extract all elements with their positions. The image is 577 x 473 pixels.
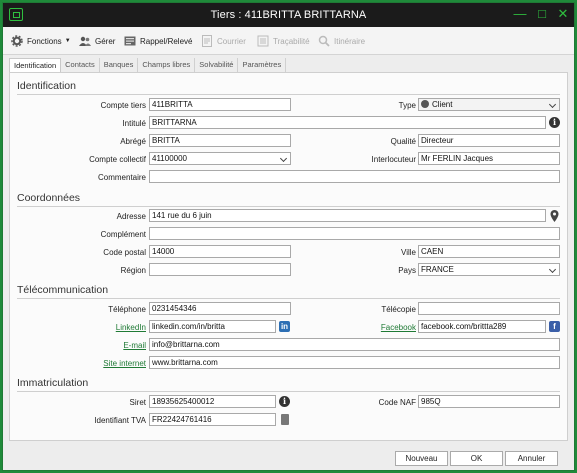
facebook-icon[interactable]: f xyxy=(549,321,560,332)
identification-section-title: Identification xyxy=(17,80,76,92)
close-button[interactable]: ✕ xyxy=(556,7,570,21)
tiers-window: Tiers : 411BRITTA BRITTARNA — □ ✕ Foncti… xyxy=(2,2,575,471)
title-bar: Tiers : 411BRITTA BRITTARNA — □ ✕ xyxy=(3,3,574,27)
courrier-button[interactable]: Courrier xyxy=(201,34,246,48)
telephone-label: Téléphone xyxy=(108,305,146,314)
itineraire-label: Itinéraire xyxy=(334,36,366,46)
fonctions-menu-button[interactable]: Fonctions ▼ xyxy=(11,34,71,48)
adresse-field[interactable]: 141 rue du 6 juin xyxy=(149,209,546,222)
compte-tiers-field[interactable]: 411BRITTA xyxy=(149,98,291,111)
gear-icon xyxy=(11,35,23,47)
intitule-field[interactable]: BRITTARNA xyxy=(149,116,546,129)
qualite-label: Qualité xyxy=(390,137,416,146)
gerer-button[interactable]: Gérer xyxy=(79,34,115,48)
adresse-label: Adresse xyxy=(116,212,146,221)
pays-label: Pays xyxy=(398,266,416,275)
type-select[interactable]: Client xyxy=(418,98,560,111)
interlocuteur-field[interactable]: Mr FERLIN Jacques xyxy=(418,152,560,165)
compte-collectif-select[interactable]: 41100000 xyxy=(149,152,291,165)
search-icon xyxy=(318,35,330,47)
tracabilite-button[interactable]: Traçabilité xyxy=(257,34,310,48)
itineraire-button[interactable]: Itinéraire xyxy=(318,34,365,48)
ok-button[interactable]: OK xyxy=(450,451,503,466)
ville-field[interactable]: CAEN xyxy=(418,245,560,258)
region-label: Région xyxy=(120,266,146,275)
qualite-field[interactable]: Directeur xyxy=(418,134,560,147)
code-naf-label: Code NAF xyxy=(378,398,416,407)
linkedin-icon[interactable]: in xyxy=(279,321,290,332)
courrier-label: Courrier xyxy=(217,36,246,46)
traceability-icon xyxy=(257,35,269,47)
users-icon xyxy=(79,36,91,46)
telephone-field[interactable]: 0231454346 xyxy=(149,302,291,315)
linkedin-link[interactable]: LinkedIn xyxy=(50,323,146,332)
calculator-icon[interactable] xyxy=(281,414,289,425)
letter-icon xyxy=(202,35,212,47)
section-divider xyxy=(17,206,560,207)
ville-label: Ville xyxy=(401,248,416,257)
complement-label: Complément xyxy=(100,230,146,239)
region-field[interactable] xyxy=(149,263,291,276)
abrege-field[interactable]: BRITTA xyxy=(149,134,291,147)
site-internet-field[interactable]: www.brittarna.com xyxy=(149,356,560,369)
identification-panel: Identification Compte tiers 411BRITTA Ty… xyxy=(9,72,568,441)
telecopie-label: Télécopie xyxy=(381,305,416,314)
nouveau-button[interactable]: Nouveau xyxy=(395,451,448,466)
tab-bar: Identification Contacts Banques Champs l… xyxy=(9,58,287,72)
code-postal-field[interactable]: 14000 xyxy=(149,245,291,258)
compte-collectif-label: Compte collectif xyxy=(89,155,146,164)
minimize-button[interactable]: — xyxy=(513,7,527,21)
commentaire-field[interactable] xyxy=(149,170,560,183)
map-pin-icon[interactable] xyxy=(550,210,559,222)
client-icon xyxy=(421,99,429,108)
tab-parametres[interactable]: Paramètres xyxy=(238,58,287,72)
siret-label: Siret xyxy=(129,398,146,407)
maximize-button[interactable]: □ xyxy=(535,7,549,21)
identifiant-tva-label: Identifiant TVA xyxy=(94,416,146,425)
tab-banques[interactable]: Banques xyxy=(100,58,139,72)
section-divider xyxy=(17,94,560,95)
commentaire-label: Commentaire xyxy=(97,173,146,182)
type-label: Type xyxy=(398,101,416,110)
pays-select[interactable]: FRANCE xyxy=(418,263,560,276)
telecopie-field[interactable] xyxy=(418,302,560,315)
compte-tiers-label: Compte tiers xyxy=(100,101,146,110)
interlocuteur-label: Interlocuteur xyxy=(371,155,416,164)
rappel-label: Rappel/Relevé xyxy=(140,36,193,46)
section-divider xyxy=(17,298,560,299)
toolbar: Fonctions ▼ Gérer Rappel/Relevé Courrier… xyxy=(3,27,574,55)
tab-solvabilite[interactable]: Solvabilité xyxy=(195,58,239,72)
site-internet-link[interactable]: Site internet xyxy=(50,359,146,368)
linkedin-field[interactable]: linkedin.com/in/britta xyxy=(149,320,276,333)
coordonnees-section-title: Coordonnées xyxy=(17,192,81,204)
siret-field[interactable]: 18935625400012 xyxy=(149,395,276,408)
siret-info-icon[interactable]: i xyxy=(279,396,290,407)
complement-field[interactable] xyxy=(149,227,560,240)
section-divider xyxy=(17,391,560,392)
statement-icon xyxy=(124,36,136,46)
tracabilite-label: Traçabilité xyxy=(273,36,310,46)
tab-contacts[interactable]: Contacts xyxy=(61,58,100,72)
type-value: Client xyxy=(432,100,453,109)
tab-champs-libres[interactable]: Champs libres xyxy=(138,58,196,72)
telecom-section-title: Télécommunication xyxy=(17,284,109,296)
abrege-label: Abrégé xyxy=(120,137,146,146)
fonctions-label: Fonctions xyxy=(27,36,62,46)
intitule-label: Intitulé xyxy=(122,119,146,128)
facebook-field[interactable]: facebook.com/brittta289 xyxy=(418,320,546,333)
chevron-down-icon: ▼ xyxy=(64,38,71,44)
code-postal-label: Code postal xyxy=(103,248,146,257)
window-title: Tiers : 411BRITTA BRITTARNA xyxy=(210,9,367,21)
annuler-button[interactable]: Annuler xyxy=(505,451,558,466)
tab-identification[interactable]: Identification xyxy=(9,58,62,72)
info-icon[interactable]: i xyxy=(549,117,560,128)
identifiant-tva-field[interactable]: FR22424761416 xyxy=(149,413,276,426)
immatriculation-section-title: Immatriculation xyxy=(17,377,89,389)
facebook-link[interactable]: Facebook xyxy=(340,323,416,332)
email-link[interactable]: E-mail xyxy=(50,341,146,350)
email-field[interactable]: info@brittarna.com xyxy=(149,338,560,351)
code-naf-field[interactable]: 985Q xyxy=(418,395,560,408)
rappel-button[interactable]: Rappel/Relevé xyxy=(124,34,192,48)
gerer-label: Gérer xyxy=(95,36,116,46)
